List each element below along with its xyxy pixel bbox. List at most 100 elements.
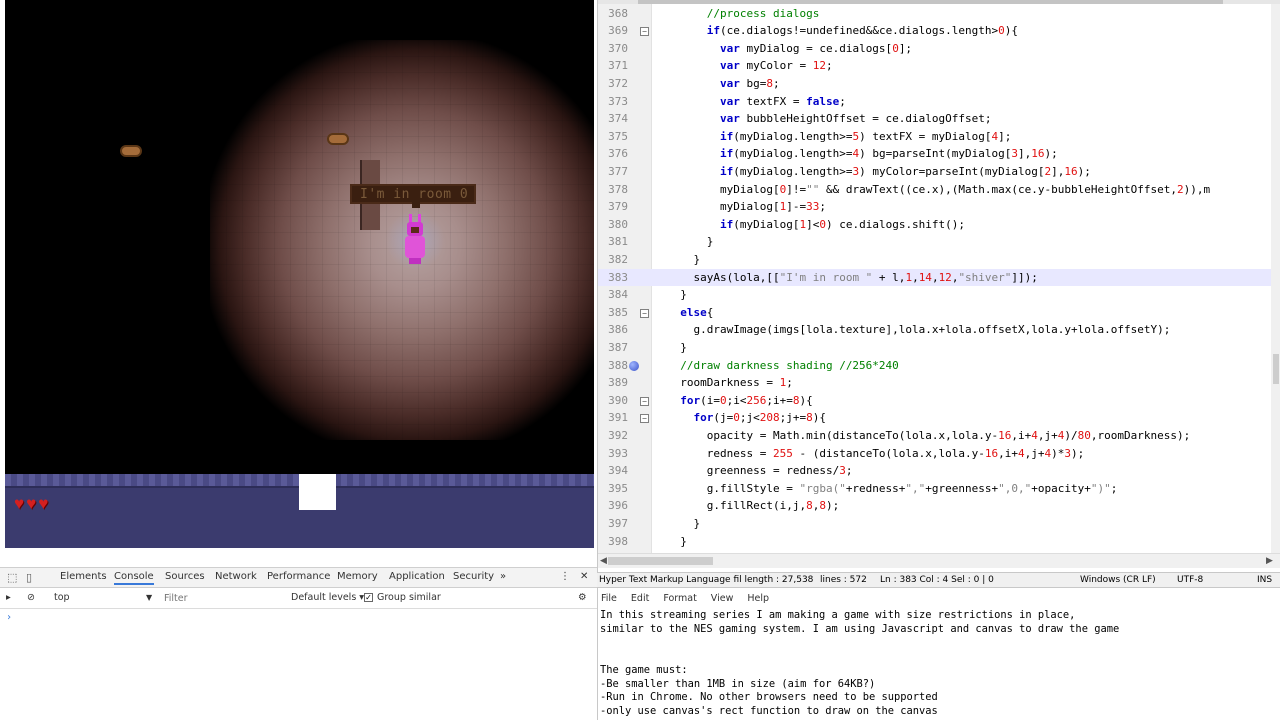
code-text: var textFX = false; — [719, 94, 846, 108]
default-levels-dropdown[interactable]: Default levels ▾ — [291, 592, 364, 603]
context-select[interactable]: top — [54, 592, 70, 603]
code-line[interactable]: 373 var textFX = false; — [598, 93, 1280, 111]
scrollbar-thumb[interactable] — [638, 0, 1223, 4]
fold-toggle-icon[interactable]: − — [640, 396, 649, 406]
code-line[interactable]: 383 sayAs(lola,[["I'm in room " + l,1,14… — [598, 268, 1280, 287]
status-position: Ln : 383 Col : 4 Sel : 0 | 0 — [880, 575, 994, 585]
code-line[interactable]: 368 //process dialogs — [598, 5, 1280, 23]
tab-console[interactable]: Console — [114, 571, 154, 585]
code-editor[interactable]: 368 //process dialogs 369− if(ce.dialogs!… — [597, 0, 1280, 573]
line-number: 391 — [608, 411, 628, 425]
tab-application[interactable]: Application — [389, 571, 445, 582]
group-similar-checkbox[interactable]: ✓ — [364, 593, 373, 602]
code-line[interactable]: 380 if(myDialog[1]<0) ce.dialogs.shift()… — [598, 216, 1280, 234]
code-line[interactable]: 386 g.drawImage(imgs[lola.texture],lola.… — [598, 321, 1280, 339]
code-line[interactable]: 377 if(myDialog.length>=3) myColor=parse… — [598, 163, 1280, 181]
tab-network[interactable]: Network — [215, 571, 257, 582]
code-line[interactable]: 384 } — [598, 286, 1280, 304]
code-line[interactable]: 397 } — [598, 515, 1280, 533]
code-text: myDialog[0]!="" && drawText((ce.x),(Math… — [667, 182, 1211, 196]
line-number: 374 — [608, 112, 628, 126]
tab-memory[interactable]: Memory — [337, 571, 378, 582]
game-canvas[interactable]: I'm in room 0 ♥ ♥ ♥ — [5, 0, 594, 548]
line-number: 398 — [608, 534, 628, 548]
code-line[interactable]: 370 var myDialog = ce.dialogs[0]; — [598, 40, 1280, 58]
group-similar-label: Group similar — [377, 592, 441, 603]
code-line[interactable]: 376 if(myDialog.length>=4) bg=parseInt(m… — [598, 145, 1280, 163]
code-line[interactable]: 382 } — [598, 251, 1280, 269]
code-line[interactable]: 387 } — [598, 339, 1280, 357]
code-line[interactable]: 395 g.fillStyle = "rgba("+redness+","+gr… — [598, 480, 1280, 498]
code-line[interactable]: 394 greenness = redness/3; — [598, 462, 1280, 480]
menu-view[interactable]: View — [711, 593, 734, 609]
scroll-left-icon[interactable]: ◀ — [600, 555, 607, 566]
code-line[interactable]: 388 //draw darkness shading //256*240 — [598, 357, 1280, 375]
scrollbar-thumb[interactable] — [608, 557, 713, 565]
close-icon[interactable]: ✕ — [580, 571, 588, 582]
fold-toggle-icon[interactable]: − — [640, 27, 649, 37]
code-line[interactable]: 375 if(myDialog.length>=5) textFX = myDi… — [598, 128, 1280, 146]
player-body — [405, 236, 425, 258]
tab-sources[interactable]: Sources — [165, 571, 205, 582]
devtools-panel: ⬚ ▯ Elements Console Sources Network Per… — [0, 567, 597, 720]
code-line[interactable]: 389 roomDarkness = 1; — [598, 374, 1280, 392]
notepad-text[interactable]: In this streaming series I am making a g… — [600, 609, 1279, 719]
code-line[interactable]: 391 − for(j=0;j<208;j+=8){ — [598, 409, 1280, 427]
menu-format[interactable]: Format — [663, 593, 696, 609]
menu-help[interactable]: Help — [747, 593, 769, 609]
tab-performance[interactable]: Performance — [267, 571, 330, 582]
tab-elements[interactable]: Elements — [60, 571, 107, 582]
editor-vertical-scrollbar[interactable] — [1271, 4, 1280, 553]
line-number: 389 — [608, 376, 628, 390]
code-line[interactable]: 378 myDialog[0]!="" && drawText((ce.x),(… — [598, 181, 1280, 199]
code-line[interactable]: 379 myDialog[1]-=33; — [598, 198, 1280, 216]
line-number: 392 — [608, 428, 628, 442]
line-number: 386 — [608, 323, 628, 337]
fold-toggle-icon[interactable]: − — [640, 414, 649, 424]
code-text: redness = 255 - (distanceTo(lola.x,lola.… — [667, 446, 1085, 460]
more-tabs-icon[interactable]: » — [500, 571, 506, 582]
tab-security[interactable]: Security — [453, 571, 494, 582]
line-number: 373 — [608, 94, 628, 108]
code-text: myDialog[1]-=33; — [667, 200, 826, 214]
code-line[interactable]: 381 } — [598, 233, 1280, 251]
scrollbar-thumb[interactable] — [1273, 354, 1279, 384]
code-line[interactable]: 392 opacity = Math.min(distanceTo(lola.x… — [598, 427, 1280, 445]
chevron-down-icon[interactable]: ▼ — [146, 593, 152, 602]
filter-input[interactable] — [164, 591, 284, 606]
code-line[interactable]: 369 − if(ce.dialogs!=undefined&&ce.dialog… — [598, 22, 1280, 40]
devtools-tabbar: ⬚ ▯ Elements Console Sources Network Per… — [0, 568, 597, 588]
code-line[interactable]: 372 var bg=8; — [598, 75, 1280, 93]
inspect-element-icon[interactable]: ⬚ — [7, 571, 17, 584]
clear-console-icon[interactable]: ⊘ — [27, 592, 35, 603]
code-line[interactable]: 398 } — [598, 533, 1280, 551]
device-toolbar-icon[interactable]: ▯ — [26, 571, 32, 584]
devtools-menu-icon[interactable]: ⋮ — [560, 571, 570, 582]
barrel-right — [327, 133, 349, 145]
console-prompt[interactable]: › — [6, 612, 12, 623]
code-line[interactable]: 371 var myColor = 12; — [598, 57, 1280, 75]
speech-tail — [412, 202, 420, 208]
menu-file[interactable]: File — [601, 593, 617, 609]
scroll-right-icon[interactable]: ▶ — [1266, 555, 1273, 566]
bookmark-icon[interactable] — [629, 360, 639, 371]
code-text: } — [667, 235, 714, 249]
sidebar-toggle-icon[interactable]: ▸ — [6, 592, 11, 603]
line-number: 396 — [608, 499, 628, 513]
menu-edit[interactable]: Edit — [631, 593, 649, 609]
line-number: 397 — [608, 516, 628, 530]
line-number: 394 — [608, 464, 628, 478]
code-line[interactable]: 393 redness = 255 - (distanceTo(lola.x,l… — [598, 445, 1280, 463]
fold-toggle-icon[interactable]: − — [640, 308, 649, 318]
code-line[interactable]: 390 − for(i=0;i<256;i+=8){ — [598, 392, 1280, 410]
code-line[interactable]: 374 var bubbleHeightOffset = ce.dialogOf… — [598, 110, 1280, 128]
line-number: 370 — [608, 41, 628, 55]
code-line[interactable]: 385 − else{ — [598, 304, 1280, 322]
editor-horizontal-scrollbar[interactable]: ◀ ▶ — [598, 553, 1280, 568]
gear-icon[interactable]: ⚙ — [578, 592, 587, 603]
code-text: if(ce.dialogs!=undefined&&ce.dialogs.len… — [706, 24, 1019, 38]
code-text: if(myDialog.length>=4) bg=parseInt(myDia… — [719, 147, 1058, 161]
editor-statusbar: Hyper Text Markup Language fil length : … — [597, 572, 1280, 588]
code-line[interactable]: 396 g.fillRect(i,j,8,8); — [598, 497, 1280, 515]
player-face — [411, 227, 419, 233]
